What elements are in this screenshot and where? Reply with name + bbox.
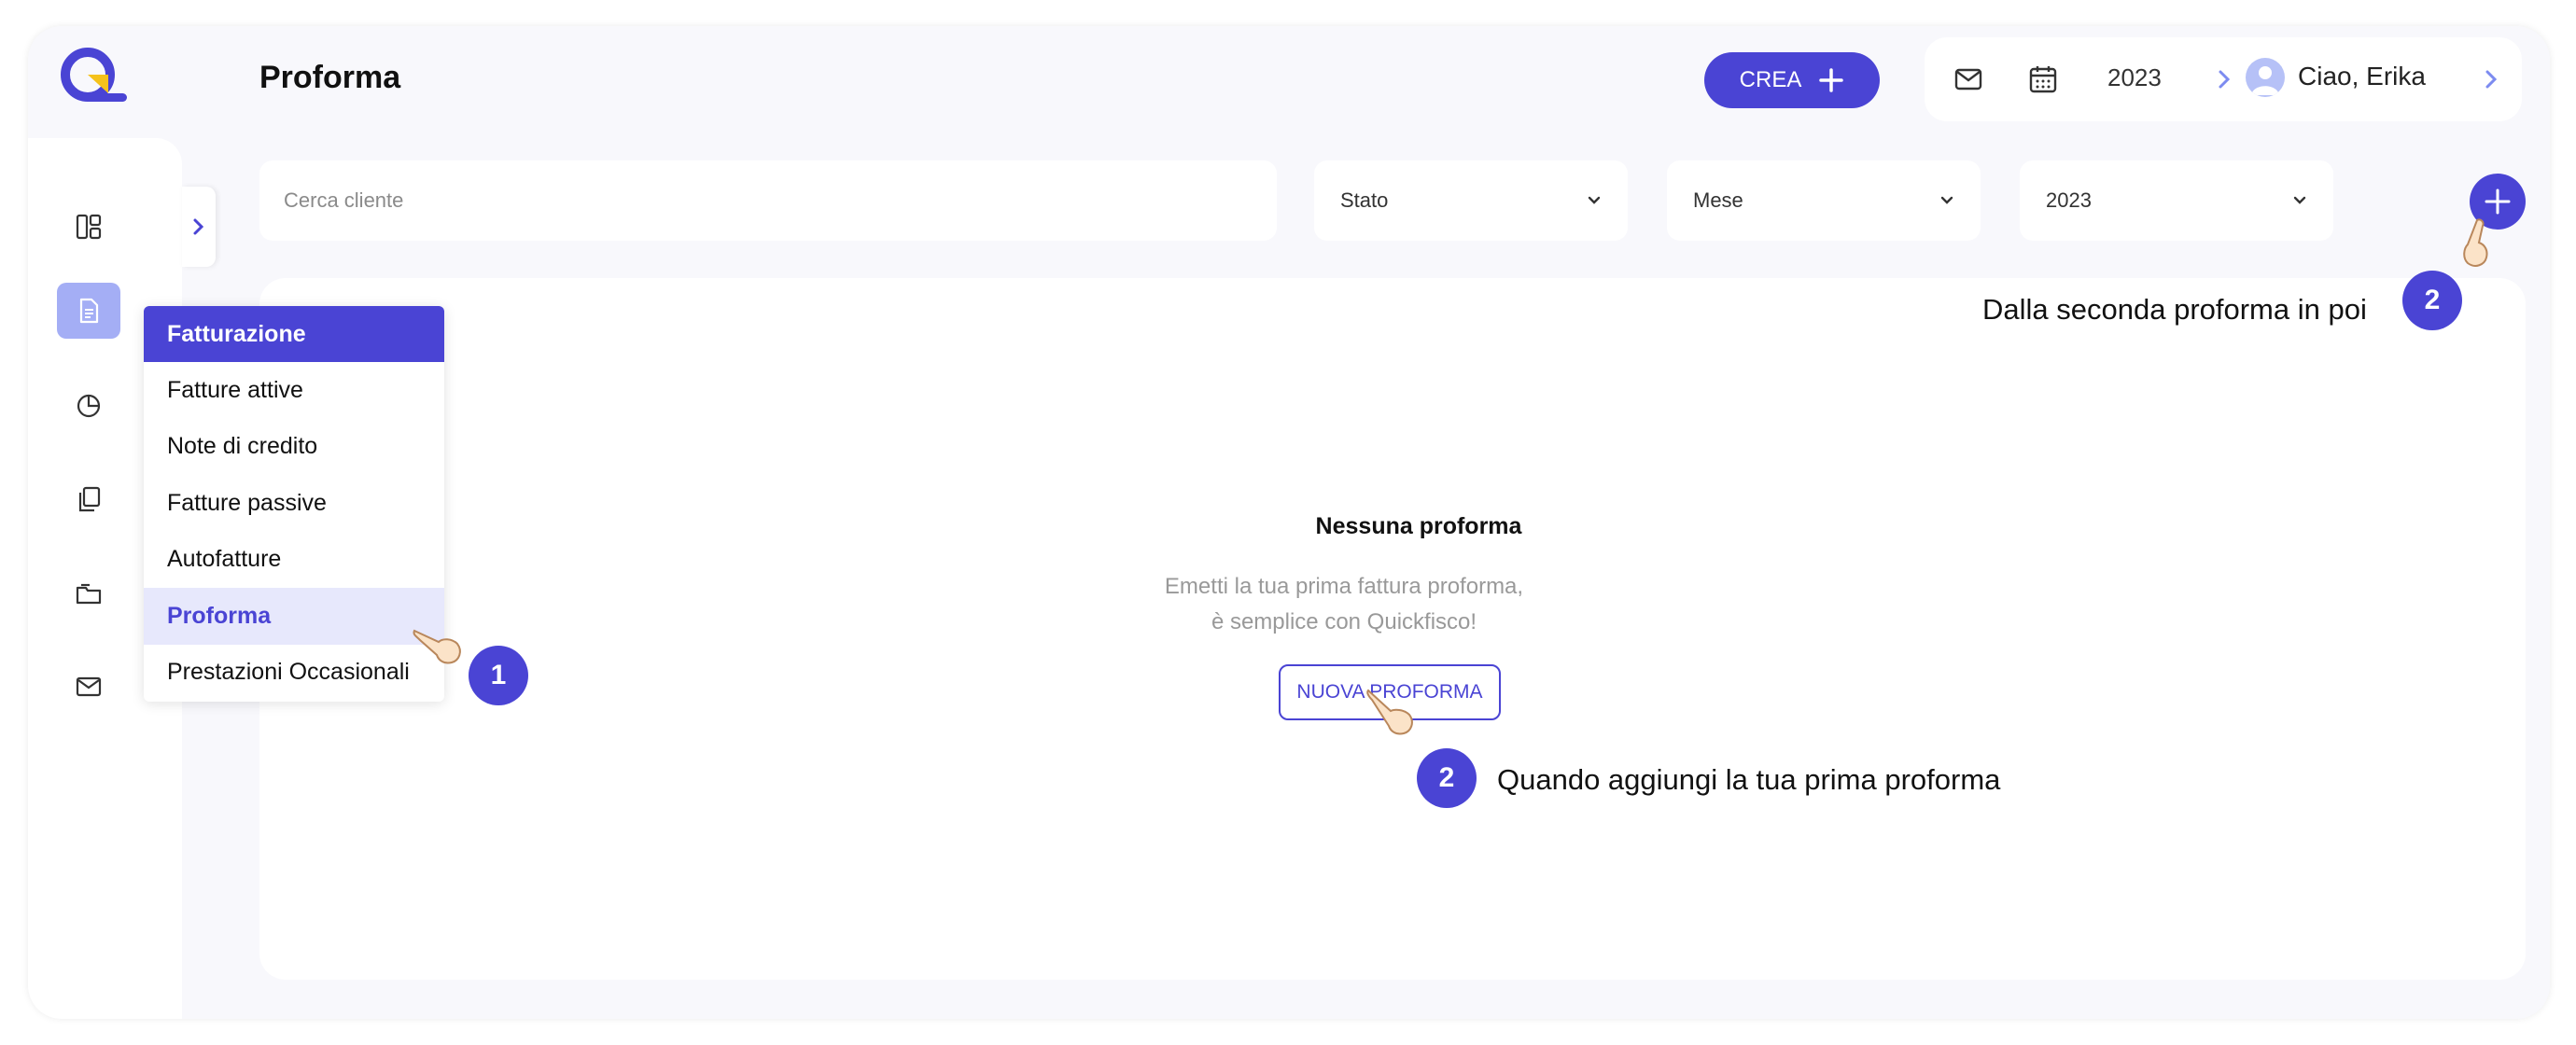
avatar[interactable] [2246,58,2285,97]
stato-dropdown-value: Stato [1340,188,1389,212]
mese-dropdown-value: Mese [1693,188,1743,212]
step-badge-2-top: 2 [2402,271,2462,330]
step-2-top-caption: Dalla seconda proforma in poi [1982,293,2367,326]
fatturazione-menu: Fatturazione Fatture attive Note di cred… [144,306,444,702]
folder-icon [76,583,102,605]
year-dropdown[interactable]: 2023 [2020,160,2333,241]
document-icon [79,298,99,324]
quickfisco-logo[interactable] [54,39,129,114]
menu-item-fatture-attive[interactable]: Fatture attive [144,362,444,419]
pie-chart-icon [77,394,101,418]
user-greeting[interactable]: Ciao, Erika [2298,62,2426,91]
chevron-right-icon[interactable] [2214,67,2234,91]
mail-icon[interactable] [1953,63,1984,95]
chevron-down-icon [1940,196,1953,204]
copy-icon [78,486,101,512]
mail-icon [76,676,102,697]
pointing-hand-icon [2463,218,2488,267]
sidebar-item-documents[interactable] [57,283,120,339]
header-card: 2023 Ciao, Erika [1925,37,2522,121]
empty-state-description: Emetti la tua prima fattura proforma, è … [1164,574,1524,634]
search-field[interactable] [259,160,1277,241]
empty-state-title: Nessuna proforma [1315,513,1522,539]
chevron-down-icon [2293,196,2306,204]
sidebar-item-dashboard[interactable] [57,199,120,255]
chevron-right-icon[interactable] [2481,67,2501,91]
create-button-label: CREA [1739,67,1802,92]
menu-item-autofatture[interactable]: Autofatture [144,532,444,589]
sidebar-expand-button[interactable] [182,187,216,267]
create-button[interactable]: CREA [1704,52,1880,108]
step-2-bottom-caption: Quando aggiungi la tua prima proforma [1497,763,2001,796]
chevron-down-icon [1588,196,1601,204]
pointing-hand-icon [413,629,461,664]
sidebar-item-messages[interactable] [57,659,120,715]
step-badge-2-bottom: 2 [1417,748,1477,808]
year-dropdown-value: 2023 [2046,188,2092,212]
dashboard-icon [76,214,102,240]
step-badge-1: 1 [469,646,528,705]
sidebar-item-reports[interactable] [57,378,120,434]
search-input[interactable] [284,188,1253,213]
sidebar-item-folders[interactable] [57,565,120,621]
chevron-right-icon [193,218,204,235]
menu-item-fatture-passive[interactable]: Fatture passive [144,475,444,532]
menu-item-proforma[interactable]: Proforma [144,588,444,645]
menu-item-note-di-credito[interactable]: Note di credito [144,419,444,476]
mese-dropdown[interactable]: Mese [1667,160,1981,241]
calendar-icon[interactable] [2027,63,2059,95]
stato-dropdown[interactable]: Stato [1314,160,1628,241]
pointing-hand-icon [1366,689,1413,735]
plus-icon [2485,188,2511,215]
sidebar-item-copies[interactable] [57,471,120,527]
menu-item-prestazioni-occasionali[interactable]: Prestazioni Occasionali [144,645,444,702]
page-title: Proforma [259,60,401,95]
menu-header[interactable]: Fatturazione [144,306,444,362]
year-selector[interactable]: 2023 [2107,63,2162,92]
plus-icon [1819,68,1844,92]
app-window: Proforma CREA 2023 Ciao, Erika Cerca cli… [28,26,2550,1019]
